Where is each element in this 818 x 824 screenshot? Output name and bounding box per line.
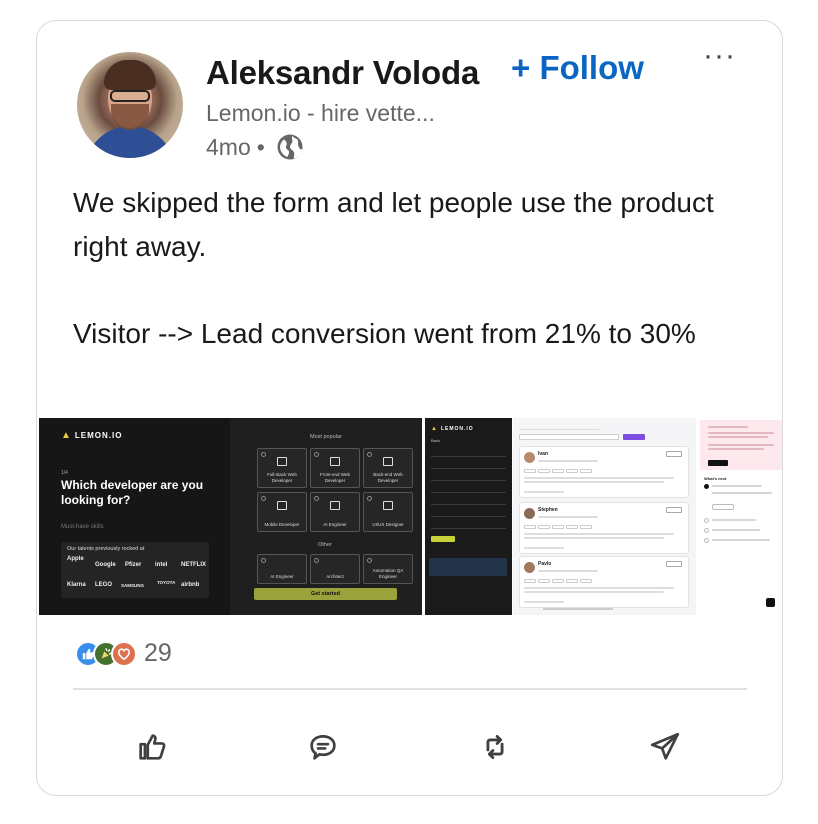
like-action[interactable] xyxy=(132,727,172,767)
chat-launcher-icon xyxy=(766,598,775,607)
screenshot-candidate-list[interactable]: Ivan Stephen Pavlo xyxy=(513,418,696,615)
comment-icon xyxy=(310,735,336,760)
step-dot xyxy=(704,538,709,543)
brand-logo: Pfizer xyxy=(125,562,142,568)
search-field xyxy=(519,434,619,440)
step-indicator: 1/4 xyxy=(61,470,68,476)
step-line xyxy=(712,485,762,487)
follow-button[interactable]: + Follow xyxy=(511,49,644,87)
meta-separator: • xyxy=(256,133,265,160)
apply-chip xyxy=(431,536,455,542)
step-dot xyxy=(704,484,709,489)
candidate-card: Pavlo xyxy=(519,556,689,608)
role-tile: Back-end Web Developer xyxy=(363,448,413,488)
get-started-button: Get started xyxy=(254,588,397,600)
screenshot-next-steps[interactable]: What's next xyxy=(696,418,782,615)
step-line xyxy=(712,519,756,521)
brand-logo: TOYOTA xyxy=(157,580,176,585)
filter-row xyxy=(431,520,506,529)
filter-row xyxy=(431,460,506,469)
whats-next-label: What's next xyxy=(704,476,727,481)
info-banner xyxy=(429,558,507,576)
brand-logo: SAMSUNG xyxy=(121,583,145,588)
avatar-hair xyxy=(104,60,156,90)
lemon-logo: ▲ LEMON.IO xyxy=(61,430,123,441)
role-tile: AI Engineer xyxy=(257,554,307,584)
brand-logo: Klarna xyxy=(67,582,86,588)
talents-title: Our talents previously rocked at xyxy=(67,546,145,552)
avatar-shirt xyxy=(85,126,175,158)
author-subtitle: Lemon.io - hire vette... xyxy=(206,100,435,126)
role-tile: Full-stack Web Developer xyxy=(257,448,307,488)
avatar-beard xyxy=(111,104,149,130)
step-line xyxy=(712,529,760,531)
other-label: Other xyxy=(318,542,332,548)
step-line xyxy=(712,539,770,541)
brand-logo: Google xyxy=(95,562,116,568)
repost-action[interactable] xyxy=(475,727,515,767)
reaction-count: 29 xyxy=(144,639,172,667)
primary-chip xyxy=(623,434,645,440)
author-avatar[interactable] xyxy=(77,52,183,158)
filter-row xyxy=(431,508,506,517)
screenshot-developer-selection[interactable]: ▲ LEMON.IO 1/4 Which developer are you lo… xyxy=(39,418,422,615)
reactions-summary[interactable]: 29 xyxy=(75,639,172,668)
post-meta: 4mo • xyxy=(206,132,305,162)
filter-row xyxy=(431,484,506,493)
most-popular-label: Most popular xyxy=(310,434,342,440)
post-card: Aleksandr Voloda + Follow ··· Lemon.io -… xyxy=(36,20,783,796)
step-line xyxy=(712,492,772,494)
screenshot-search-filters[interactable]: ▲ LEMON.IO Back xyxy=(425,418,512,615)
pending-box xyxy=(700,420,782,470)
more-options-icon[interactable]: ··· xyxy=(703,39,736,73)
filter-row xyxy=(431,448,506,457)
role-tile: UI/UX Designer xyxy=(363,492,413,532)
role-tile: Mobile Developer xyxy=(257,492,307,532)
actions-divider xyxy=(73,688,747,690)
brand-logo: intel xyxy=(155,562,168,568)
send-action[interactable] xyxy=(645,727,685,767)
step-dot xyxy=(704,528,709,533)
brand-logo: NETFLIX xyxy=(181,562,206,568)
selection-left-panel: ▲ LEMON.IO 1/4 Which developer are you lo… xyxy=(39,418,230,615)
role-tile: AI Engineer xyxy=(310,492,360,532)
author-name[interactable]: Aleksandr Voloda xyxy=(206,54,479,92)
post-images[interactable]: ▲ LEMON.IO 1/4 Which developer are you lo… xyxy=(39,418,782,615)
talents-box: Our talents previously rocked at Apple G… xyxy=(61,542,209,598)
tab-bar xyxy=(519,424,599,430)
step-button xyxy=(712,504,734,510)
love-icon xyxy=(111,640,137,667)
filter-row xyxy=(431,496,506,505)
book-call-button xyxy=(708,460,728,466)
role-tile: Automation QA Engineer xyxy=(363,554,413,584)
role-tile: Front-end Web Developer xyxy=(310,448,360,488)
avatar-glasses xyxy=(110,90,150,102)
lemon-logo: ▲ LEMON.IO xyxy=(431,426,474,432)
brand-logo: airbnb xyxy=(181,582,200,588)
post-time: 4mo xyxy=(206,133,251,160)
role-tile: Architect xyxy=(310,554,360,584)
back-link: Back xyxy=(431,438,440,443)
post-text: We skipped the form and let people use t… xyxy=(73,187,714,349)
brand-logo: LEGO xyxy=(95,582,113,588)
thumbs-up-icon xyxy=(139,734,166,760)
selection-right-panel: Most popular Full-stack Web Developer Fr… xyxy=(230,418,422,615)
step-dot xyxy=(704,518,709,523)
globe-icon xyxy=(277,134,303,160)
send-icon xyxy=(650,732,680,760)
candidate-card: Ivan xyxy=(519,446,689,498)
repost-icon xyxy=(486,734,504,760)
pagination xyxy=(543,608,613,610)
must-have-label: Must-have skills xyxy=(61,524,104,530)
filter-row xyxy=(431,472,506,481)
candidate-card: Stephen xyxy=(519,502,689,554)
brand-logo: Apple xyxy=(67,556,84,562)
hero-question: Which developer are you looking for? xyxy=(61,478,204,507)
comment-action[interactable] xyxy=(303,727,343,767)
